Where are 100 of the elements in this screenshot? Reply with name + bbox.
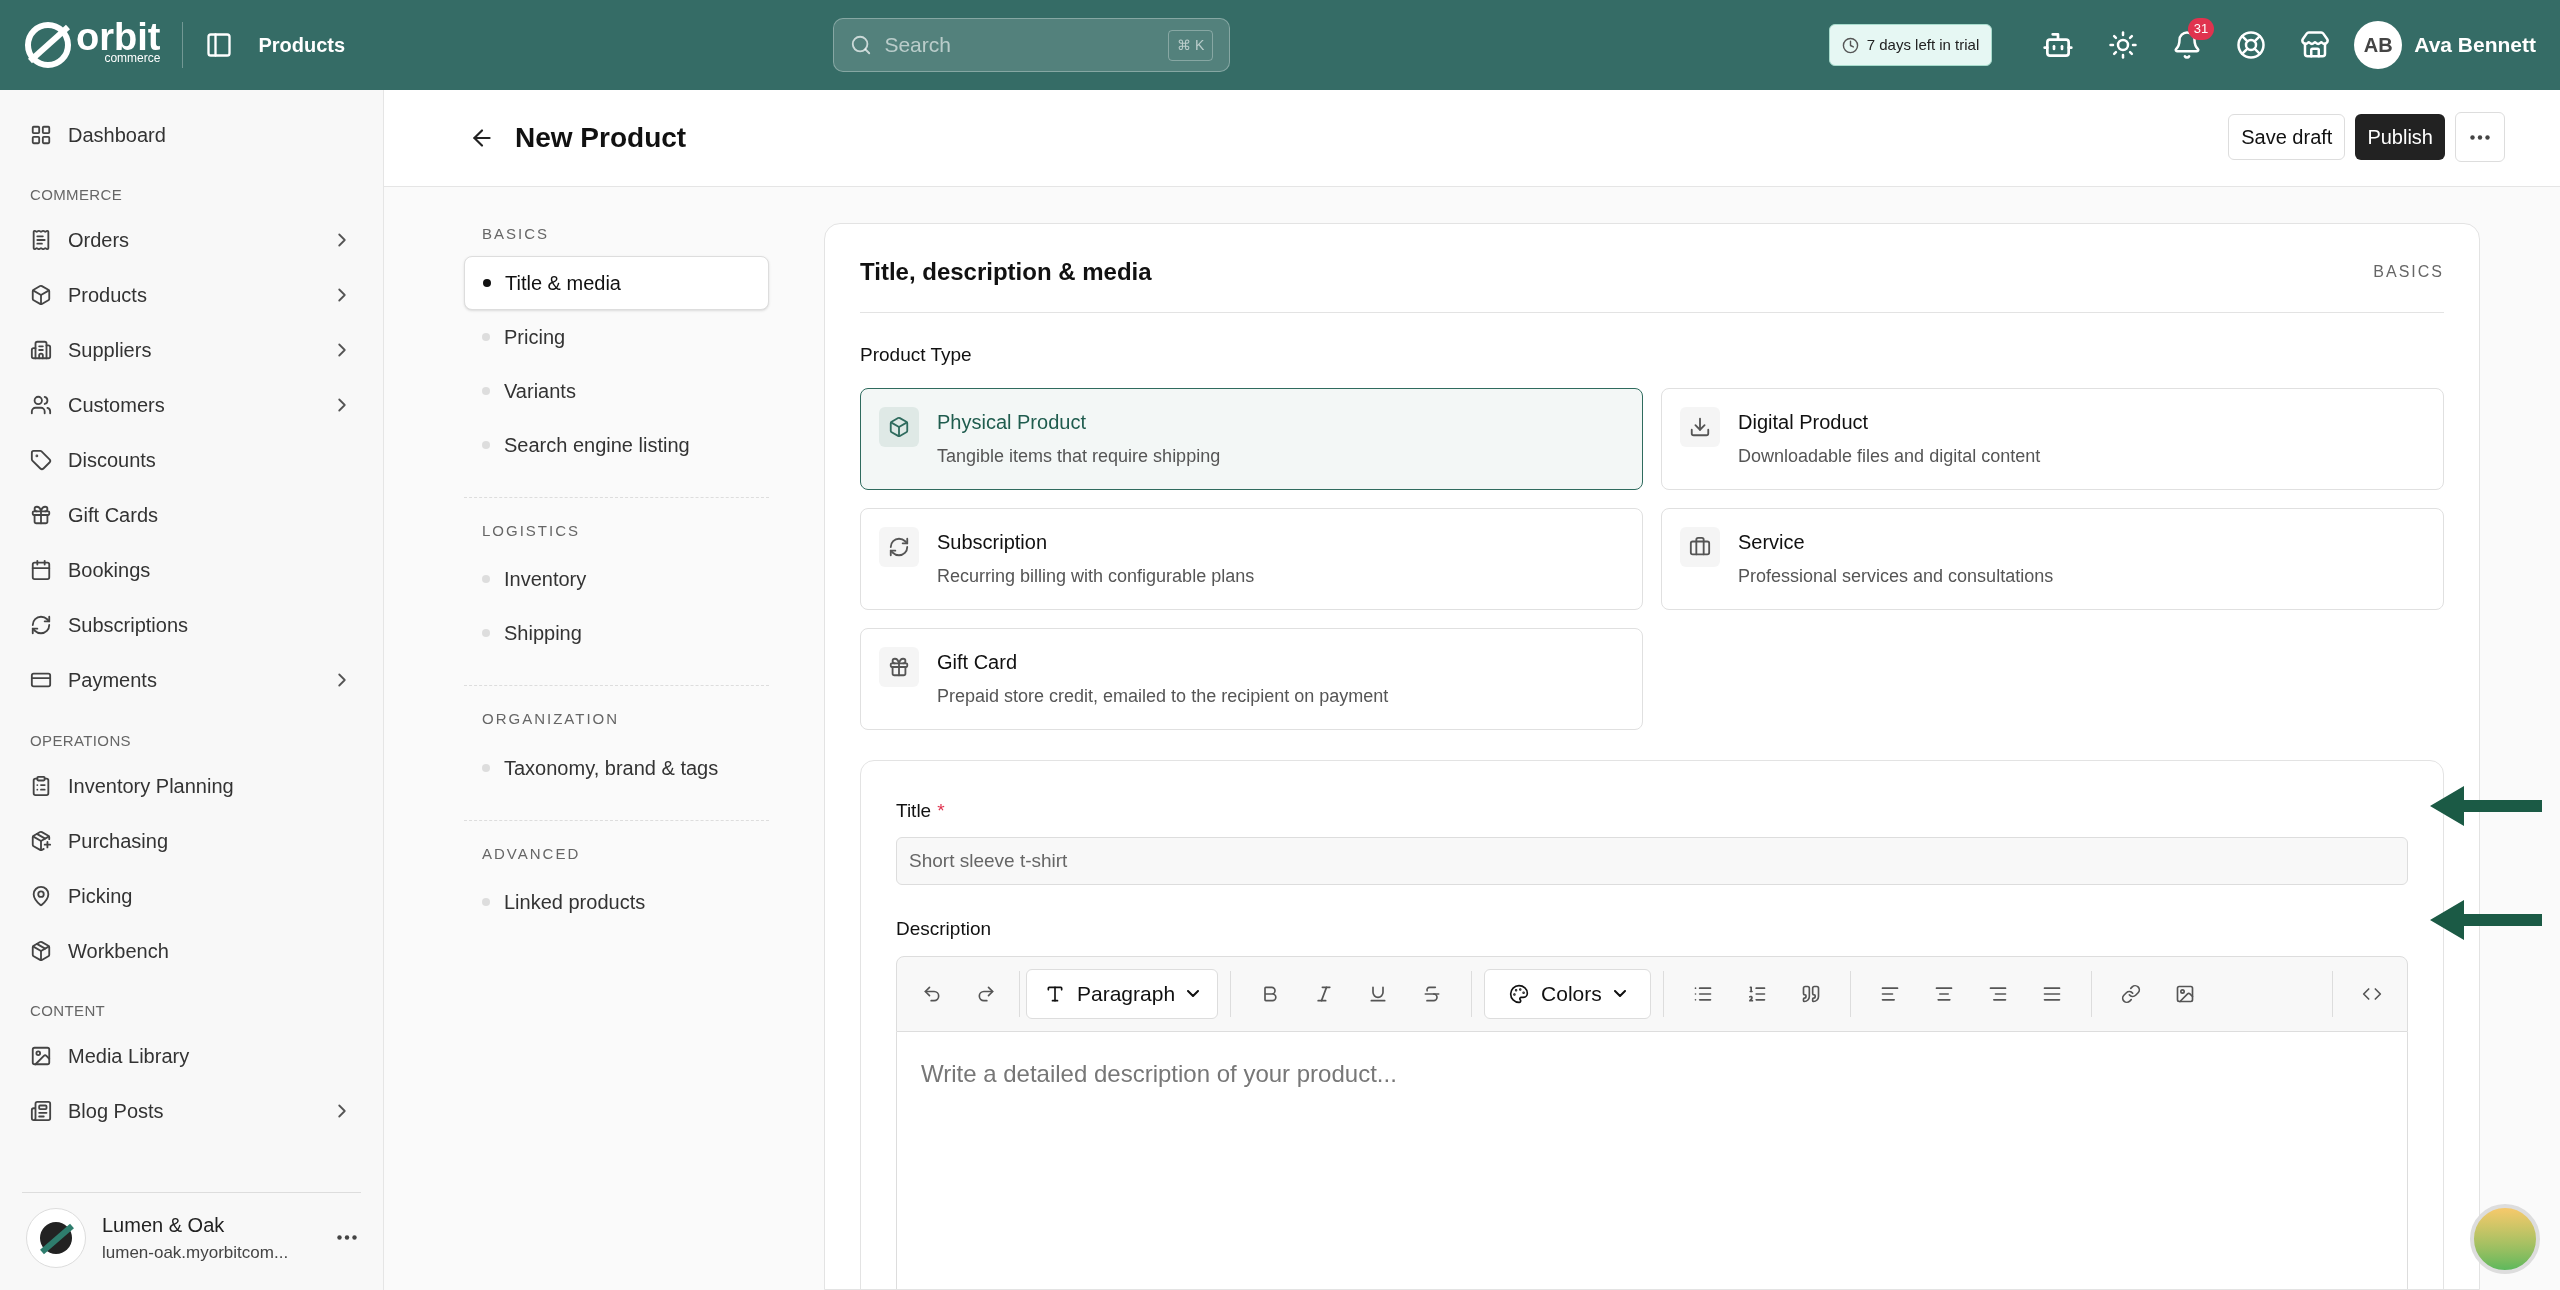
users-icon: [30, 394, 52, 416]
section-nav-item[interactable]: Inventory: [464, 552, 769, 606]
title-input[interactable]: Short sleeve t-shirt: [896, 837, 2408, 885]
product-type-option[interactable]: Physical Product Tangible items that require shipping: [860, 387, 1643, 490]
sidebar-item[interactable]: Media Library: [0, 1028, 383, 1084]
option-description: Tangible items that require shipping: [937, 444, 1221, 468]
option-title: Digital Product: [1738, 409, 1870, 435]
clock-icon: [1841, 36, 1859, 54]
field-label: Description: [896, 917, 993, 941]
nav-heading: ADVANCED: [481, 843, 582, 864]
user-name: Ava Bennett: [2414, 32, 2536, 59]
link-icon: [2120, 983, 2141, 1004]
help-icon[interactable]: [2236, 30, 2267, 60]
palette-icon: [1509, 983, 1530, 1004]
refresh-icon: [888, 535, 910, 558]
option-title: Gift Card: [937, 649, 1019, 675]
sidebar-toggle-icon[interactable]: [205, 31, 234, 59]
theme-icon[interactable]: [2108, 30, 2139, 60]
package-icon: [30, 939, 52, 962]
section-nav-item[interactable]: Search engine listing: [464, 417, 769, 472]
sidebar-item[interactable]: Inventory Planning: [0, 758, 383, 813]
sidebar-item[interactable]: Payments: [0, 652, 383, 708]
grid-icon: [30, 123, 52, 146]
section-nav-item[interactable]: Variants: [464, 363, 769, 418]
section-nav-item[interactable]: Linked products: [464, 875, 769, 929]
store-name: Lumen & Oak: [102, 1212, 226, 1238]
search-input[interactable]: Search: [884, 29, 1157, 61]
sidebar-item[interactable]: Purchasing: [0, 813, 383, 868]
sidebar-item[interactable]: Discounts: [0, 432, 383, 488]
sidebar-item[interactable]: Orders: [0, 212, 383, 268]
field-label: Title: [896, 798, 932, 823]
sidebar-item[interactable]: Customers: [0, 377, 383, 433]
sidebar-heading: CONTENT: [29, 1001, 107, 1021]
product-type-option[interactable]: Service Professional services and consultations: [1661, 507, 2444, 610]
cube-icon: [30, 284, 52, 306]
required-mark: *: [937, 798, 945, 823]
product-type-option[interactable]: Digital Product Downloadable files and digital content: [1661, 387, 2444, 490]
sidebar-item[interactable]: Workbench: [0, 923, 383, 978]
product-type-option[interactable]: Gift Card Prepaid store credit, emailed to the recipient on payment: [860, 627, 1643, 730]
section-nav-item[interactable]: Taxonomy, brand & tags: [464, 740, 769, 795]
search-icon: [850, 34, 873, 56]
product-type-option[interactable]: Subscription Recurring billing with configurable plans: [860, 507, 1643, 610]
sidebar-item[interactable]: Bookings: [0, 542, 383, 598]
sidebar-item[interactable]: Dashboard: [0, 107, 383, 162]
option-title: Subscription: [937, 529, 1049, 555]
store-icon[interactable]: [2300, 30, 2331, 60]
field-label: Product Type: [860, 343, 973, 367]
briefcase-icon: [1689, 535, 1711, 558]
option-title: Service: [1738, 529, 1806, 555]
sidebar-item[interactable]: Blog Posts: [0, 1083, 383, 1139]
more-button[interactable]: [2455, 112, 2505, 162]
building-icon: [30, 339, 52, 361]
section-nav-item[interactable]: Shipping: [464, 606, 769, 660]
sidebar-item[interactable]: Products: [0, 267, 383, 323]
arrow-icon: [2430, 786, 2542, 826]
receipt-icon: [30, 229, 52, 251]
publish-button[interactable]: Publish: [2355, 114, 2445, 160]
sidebar-item[interactable]: Picking: [0, 868, 383, 923]
user-avatar[interactable]: AB: [2354, 21, 2403, 69]
orbit-logo-icon: [24, 21, 72, 69]
section-title: Products: [258, 33, 346, 58]
redo-icon: [976, 983, 996, 1004]
option-description: Prepaid store credit, emailed to the recipient on payment: [937, 684, 1389, 708]
option-description: Professional services and consultations: [1738, 564, 2054, 588]
store-domain: lumen-oak.myorbitcom...: [102, 1241, 290, 1264]
image-icon: [30, 1045, 52, 1067]
clipboard-icon: [30, 774, 52, 797]
trial-badge[interactable]: 7 days left in trial: [1828, 24, 1993, 66]
colors-dropdown[interactable]: Colors: [1484, 968, 1651, 1019]
sidebar-heading: COMMERCE: [29, 185, 124, 205]
calendar-icon: [30, 559, 52, 581]
arrow-icon: [2430, 900, 2542, 940]
sidebar-item[interactable]: Gift Cards: [0, 487, 383, 543]
download-icon: [1689, 415, 1711, 438]
notification-count: 31: [2187, 18, 2215, 40]
section-nav-item[interactable]: Pricing: [464, 309, 769, 364]
tag-icon: [30, 449, 52, 471]
nav-heading: LOGISTICS: [481, 520, 582, 541]
sidebar-heading: OPERATIONS: [29, 730, 132, 751]
description-input[interactable]: Write a detailed description of your product...: [896, 1031, 2408, 1289]
section-tag: BASICS: [2373, 260, 2444, 284]
more-icon: [2470, 134, 2490, 140]
undo-icon: [922, 983, 942, 1004]
sidebar-item[interactable]: Suppliers: [0, 322, 383, 378]
sidebar-item[interactable]: Subscriptions: [0, 597, 383, 653]
section-nav-item[interactable]: Title & media: [464, 255, 769, 310]
nav-heading: BASICS: [481, 224, 551, 244]
more-icon: [337, 1235, 357, 1240]
cube-icon: [888, 415, 910, 438]
image-icon: [2174, 983, 2195, 1004]
shortcut-hint: ⌘ K: [1168, 29, 1214, 61]
page-title: New Product: [515, 121, 687, 155]
option-description: Recurring billing with configurable plans: [937, 564, 1255, 588]
gift-icon: [888, 655, 910, 678]
gift-icon: [30, 504, 52, 526]
paragraph-dropdown[interactable]: Paragraph: [1026, 968, 1219, 1019]
save-draft-button[interactable]: Save draft: [2228, 114, 2346, 160]
caret-icon: [1187, 990, 1200, 997]
newspaper-icon: [30, 1100, 52, 1122]
option-description: Downloadable files and digital content: [1738, 444, 2041, 468]
